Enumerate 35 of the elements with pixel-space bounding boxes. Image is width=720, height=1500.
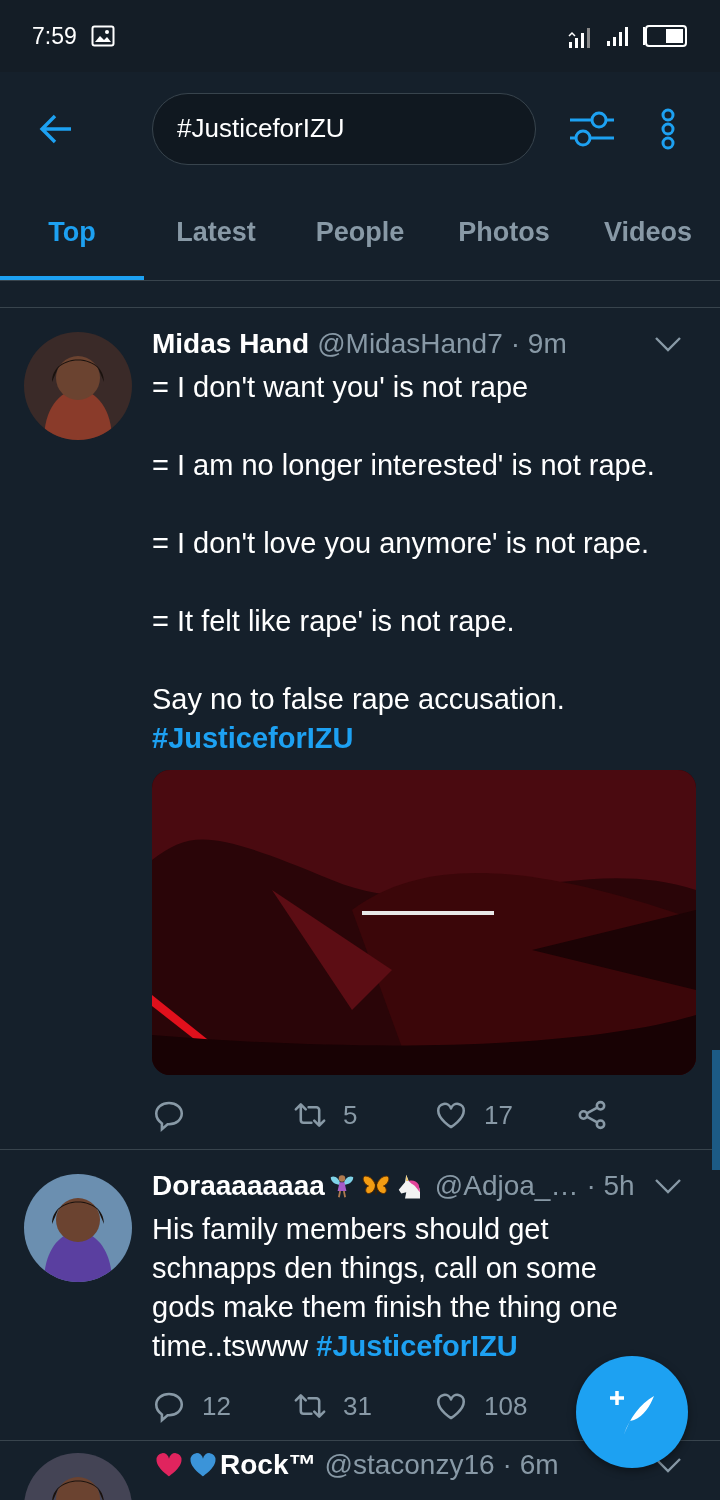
tweet-text: = I don't want you' is not rape [152, 370, 530, 405]
user-name[interactable]: Doraaaaaaaa [152, 1170, 325, 1202]
tab[interactable]: Videos [576, 185, 720, 280]
reply-count: 12 [202, 1390, 231, 1422]
retweet-count: 31 [343, 1390, 372, 1422]
tweet-time: · 6m [502, 1449, 559, 1481]
user-handle: @Adjoa_… [434, 1170, 579, 1202]
retweet-count: 5 [343, 1099, 358, 1131]
hashtag-link[interactable]: #JusticeforIZU [316, 1330, 518, 1362]
chevron-down-icon[interactable] [654, 335, 682, 353]
tweet-text: = I don't love you anymore' is not rape. [152, 526, 651, 561]
tweet-text: His family members should get schnapps den things, call on some gods make them finish the thing one time..tswww #JusticeforIZU [152, 1212, 619, 1364]
more-icon[interactable] [660, 107, 676, 150]
tab[interactable]: Latest [144, 185, 288, 280]
user-name[interactable]: Rock™ [220, 1449, 317, 1481]
user-handle: @staconzy16 [324, 1449, 495, 1481]
search-field[interactable]: #JusticeforIZU [152, 92, 536, 165]
tweet-text: Say no to false rape accusation. [152, 682, 566, 717]
like-count: 108 [484, 1390, 528, 1422]
hashtag-link[interactable]: #JusticeforIZU [152, 722, 354, 754]
tweet-time: · 9m [510, 328, 567, 360]
tab[interactable]: Photos [432, 185, 576, 280]
scroll-bar[interactable] [712, 1050, 720, 1170]
chevron-down-icon[interactable] [654, 1177, 682, 1195]
user-handle: @MidasHand7 [317, 328, 503, 360]
tab[interactable]: Top [0, 185, 144, 280]
tweet-text: = I am no longer interested' is not rape. [152, 448, 656, 483]
tweet-text: = It felt like rape' is not rape. [152, 604, 516, 639]
user-name[interactable]: Midas Hand [152, 328, 310, 360]
like-count: 17 [484, 1099, 513, 1131]
tab[interactable]: People [288, 185, 432, 280]
status-time: 7:59 [32, 22, 77, 50]
battery-icon [642, 25, 688, 47]
tweet-time: · 5h [586, 1170, 635, 1202]
image-icon [90, 25, 115, 47]
